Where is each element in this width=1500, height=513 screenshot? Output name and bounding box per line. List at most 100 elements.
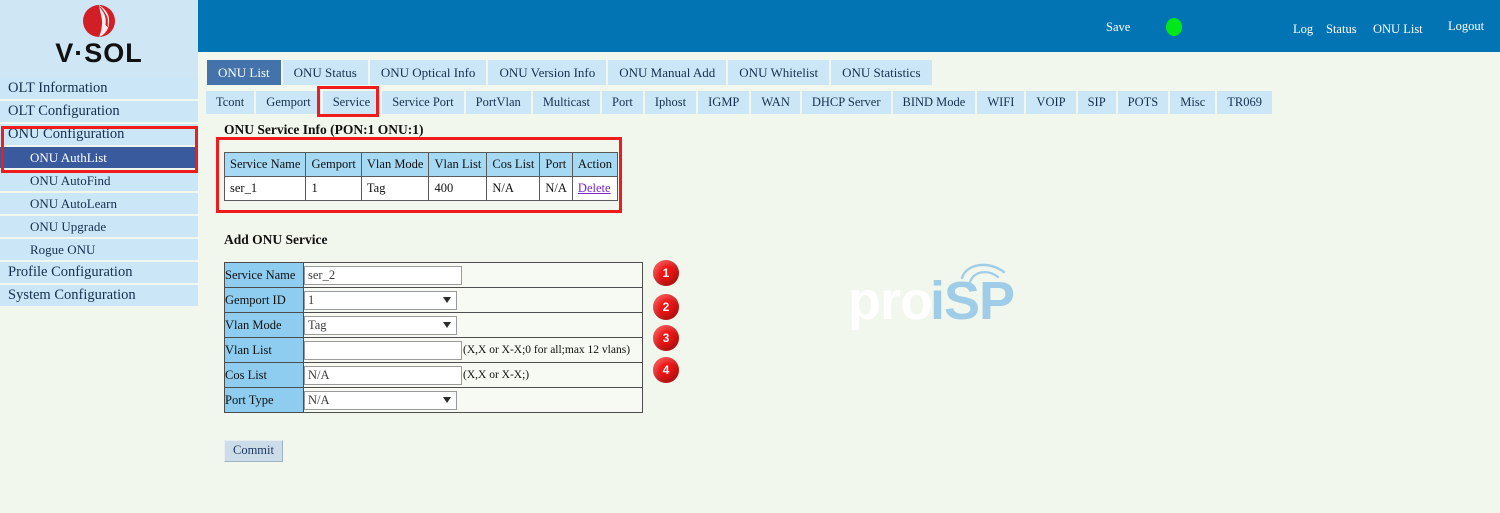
- subtab-multicast[interactable]: Multicast: [533, 91, 600, 114]
- subtab-bind-mode[interactable]: BIND Mode: [893, 91, 976, 114]
- subtab-portvlan[interactable]: PortVlan: [466, 91, 531, 114]
- tab-onu-statistics[interactable]: ONU Statistics: [831, 60, 931, 85]
- subtab-misc[interactable]: Misc: [1170, 91, 1215, 114]
- subtab-iphost[interactable]: Iphost: [645, 91, 696, 114]
- status-link[interactable]: Status: [1326, 22, 1357, 37]
- sidebar: V·SOL OLT InformationOLT ConfigurationON…: [0, 0, 198, 513]
- tab-onu-status[interactable]: ONU Status: [283, 60, 368, 85]
- form-value-vlan-list: (X,X or X-X;0 for all;max 12 vlans): [304, 338, 643, 363]
- form-row-service-name: Service Nameser_2: [225, 263, 643, 288]
- add-service-form-wrap: Service Nameser_2Gemport ID1Vlan ModeTag…: [224, 262, 643, 413]
- main-content: ONU ListONU StatusONU Optical InfoONU Ve…: [198, 52, 1500, 513]
- sidebar-item-onu-upgrade[interactable]: ONU Upgrade: [0, 216, 198, 237]
- chevron-down-icon: [443, 297, 451, 303]
- column-header: Action: [572, 153, 617, 177]
- tab-onu-manual-add[interactable]: ONU Manual Add: [608, 60, 726, 85]
- vlan-mode-select[interactable]: Tag: [304, 316, 457, 335]
- sidebar-item-rogue-onu[interactable]: Rogue ONU: [0, 239, 198, 260]
- save-button[interactable]: Save: [1106, 20, 1130, 35]
- cell-cos-list: N/A: [487, 177, 540, 201]
- vlan-mode-select-value: Tag: [308, 318, 327, 332]
- form-row-vlan-mode: Vlan Mode Tag: [225, 313, 643, 338]
- commit-button[interactable]: Commit: [224, 440, 283, 462]
- annotation-badge-1: 1: [653, 260, 679, 286]
- add-service-title: Add ONU Service: [224, 232, 328, 248]
- chevron-down-icon: [443, 322, 451, 328]
- form-row-gemport-id: Gemport ID1: [225, 288, 643, 313]
- tab-onu-list[interactable]: ONU List: [207, 60, 281, 85]
- cell-service-name: ser_1: [225, 177, 306, 201]
- primary-tab-bar: ONU ListONU StatusONU Optical InfoONU Ve…: [207, 60, 932, 85]
- sidebar-item-olt-information[interactable]: OLT Information: [0, 78, 198, 99]
- subtab-pots[interactable]: POTS: [1118, 91, 1169, 114]
- tab-onu-version-info[interactable]: ONU Version Info: [488, 60, 606, 85]
- form-value-service-name: ser_2: [304, 263, 643, 288]
- secondary-tab-bar: TcontGemportServiceService PortPortVlanM…: [206, 91, 1272, 114]
- service-name-input[interactable]: ser_2: [304, 266, 462, 285]
- subtab-wifi[interactable]: WIFI: [977, 91, 1024, 114]
- watermark-text-left: pro: [848, 274, 932, 328]
- sidebar-item-onu-autofind[interactable]: ONU AutoFind: [0, 170, 198, 191]
- form-value-port-type: N/A: [304, 388, 643, 413]
- vlan-list-hint: (X,X or X-X;0 for all;max 12 vlans): [463, 344, 630, 356]
- annotation-badge-3: 3: [653, 325, 679, 351]
- subtab-tcont[interactable]: Tcont: [206, 91, 254, 114]
- log-link[interactable]: Log: [1293, 22, 1313, 37]
- cell-vlan-mode: Tag: [361, 177, 429, 201]
- form-label-vlan-mode: Vlan Mode: [225, 313, 304, 338]
- subtab-dhcp-server[interactable]: DHCP Server: [802, 91, 891, 114]
- top-header-bar: Save Log Status ONU List Logout: [198, 0, 1500, 52]
- form-label-service-name: Service Name: [225, 263, 304, 288]
- subtab-voip[interactable]: VOIP: [1026, 91, 1075, 114]
- sidebar-item-profile-configuration[interactable]: Profile Configuration: [0, 262, 198, 283]
- brand-name: V·SOL: [55, 38, 143, 68]
- sidebar-item-onu-configuration[interactable]: ONU Configuration: [0, 124, 198, 145]
- gemport-id-select[interactable]: 1: [304, 291, 457, 310]
- subtab-service[interactable]: Service: [323, 91, 380, 114]
- form-label-port-type: Port Type: [225, 388, 304, 413]
- subtab-igmp[interactable]: IGMP: [698, 91, 749, 114]
- port-type-select-value: N/A: [308, 393, 330, 407]
- column-header: Gemport: [306, 153, 361, 177]
- subtab-sip[interactable]: SIP: [1078, 91, 1116, 114]
- subtab-port[interactable]: Port: [602, 91, 643, 114]
- add-service-form: Service Nameser_2Gemport ID1Vlan ModeTag…: [224, 262, 643, 413]
- column-header: Cos List: [487, 153, 540, 177]
- form-row-vlan-list: Vlan List(X,X or X-X;0 for all;max 12 vl…: [225, 338, 643, 363]
- annotation-badge-4: 4: [653, 357, 679, 383]
- subtab-tr069[interactable]: TR069: [1217, 91, 1272, 114]
- sidebar-item-onu-authlist[interactable]: ONU AuthList: [0, 147, 198, 168]
- sidebar-nav: OLT InformationOLT ConfigurationONU Conf…: [0, 78, 198, 306]
- watermark: pro iSP: [848, 274, 1014, 328]
- onu-list-link[interactable]: ONU List: [1373, 22, 1423, 37]
- service-info-table: Service NameGemportVlan ModeVlan ListCos…: [224, 152, 618, 201]
- port-type-select[interactable]: N/A: [304, 391, 457, 410]
- service-info-table-wrap: Service NameGemportVlan ModeVlan ListCos…: [224, 152, 618, 201]
- antenna-tower-icon: [954, 256, 1012, 295]
- tab-onu-whitelist[interactable]: ONU Whitelist: [728, 60, 829, 85]
- cos-list-input[interactable]: N/A: [304, 366, 462, 385]
- sidebar-item-olt-configuration[interactable]: OLT Configuration: [0, 101, 198, 122]
- logout-link[interactable]: Logout: [1448, 19, 1484, 34]
- form-value-gemport-id: 1: [304, 288, 643, 313]
- subtab-gemport[interactable]: Gemport: [256, 91, 320, 114]
- form-value-cos-list: N/A(X,X or X-X;): [304, 363, 643, 388]
- cell-vlan-list: 400: [429, 177, 487, 201]
- annotation-badge-2: 2: [653, 294, 679, 320]
- cell-port: N/A: [540, 177, 573, 201]
- delete-link[interactable]: Delete: [578, 181, 611, 195]
- column-header: Port: [540, 153, 573, 177]
- form-label-cos-list: Cos List: [225, 363, 304, 388]
- form-row-cos-list: Cos ListN/A(X,X or X-X;): [225, 363, 643, 388]
- vlan-list-input[interactable]: [304, 341, 462, 360]
- chevron-down-icon: [443, 397, 451, 403]
- subtab-wan[interactable]: WAN: [751, 91, 799, 114]
- column-header: Service Name: [225, 153, 306, 177]
- tab-onu-optical-info[interactable]: ONU Optical Info: [370, 60, 487, 85]
- subtab-service-port[interactable]: Service Port: [382, 91, 463, 114]
- sidebar-item-onu-autolearn[interactable]: ONU AutoLearn: [0, 193, 198, 214]
- cos-list-hint: (X,X or X-X;): [463, 369, 529, 381]
- table-body: ser_11Tag400N/AN/ADelete: [225, 177, 618, 201]
- sidebar-item-system-configuration[interactable]: System Configuration: [0, 285, 198, 306]
- watermark-text-right: iSP: [930, 274, 1014, 328]
